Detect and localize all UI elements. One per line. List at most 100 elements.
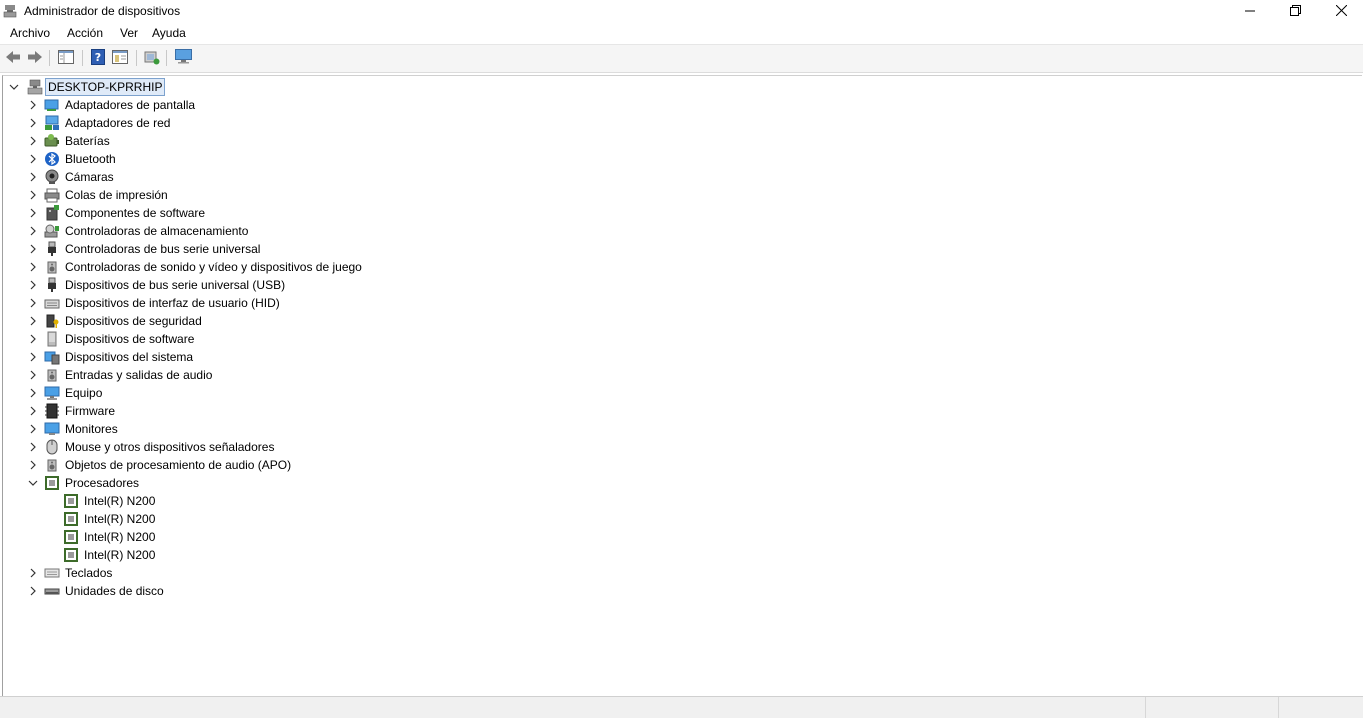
tree-category[interactable]: Dispositivos de software: [26, 330, 626, 348]
tree-category[interactable]: Mouse y otros dispositivos señaladores: [26, 438, 626, 456]
back-button[interactable]: [4, 49, 22, 67]
expand-chevron-icon[interactable]: [26, 132, 40, 150]
tree-category[interactable]: Adaptadores de pantalla: [26, 96, 626, 114]
tree-category-label[interactable]: Procesadores: [65, 474, 139, 492]
tree-category[interactable]: Entradas y salidas de audio: [26, 366, 626, 384]
window-title: Administrador de dispositivos: [24, 4, 181, 18]
scan-hardware-button[interactable]: [143, 49, 161, 67]
expand-chevron-icon[interactable]: [26, 240, 40, 258]
tree-category[interactable]: Monitores: [26, 420, 626, 438]
tree-category[interactable]: Dispositivos de interfaz de usuario (HID…: [26, 294, 626, 312]
tree-category-label[interactable]: Equipo: [65, 384, 102, 402]
tree-device[interactable]: Intel(R) N200: [63, 492, 363, 510]
expand-chevron-icon[interactable]: [26, 114, 40, 132]
tree-category[interactable]: Dispositivos de seguridad: [26, 312, 626, 330]
collapse-chevron-icon[interactable]: [26, 474, 40, 492]
tree-category-label[interactable]: Controladoras de sonido y vídeo y dispos…: [65, 258, 362, 276]
tree-category-label[interactable]: Controladoras de almacenamiento: [65, 222, 248, 240]
tree-category[interactable]: Baterías: [26, 132, 626, 150]
menu-accion[interactable]: Acción: [67, 26, 103, 40]
tree-category-label[interactable]: Bluetooth: [65, 150, 116, 168]
expand-chevron-icon[interactable]: [26, 582, 40, 600]
tree-category[interactable]: Controladoras de sonido y vídeo y dispos…: [26, 258, 626, 276]
expand-chevron-icon[interactable]: [26, 348, 40, 366]
monitor-button[interactable]: [174, 49, 192, 67]
expand-chevron-icon[interactable]: [26, 96, 40, 114]
minimize-button[interactable]: [1227, 0, 1273, 23]
tree-category[interactable]: Dispositivos de bus serie universal (USB…: [26, 276, 626, 294]
expand-chevron-icon[interactable]: [26, 276, 40, 294]
tree-category-label[interactable]: Dispositivos de software: [65, 330, 194, 348]
menu-ayuda[interactable]: Ayuda: [152, 26, 186, 40]
tree-device-label[interactable]: Intel(R) N200: [84, 492, 155, 510]
tree-category-label[interactable]: Mouse y otros dispositivos señaladores: [65, 438, 274, 456]
tree-category-label[interactable]: Firmware: [65, 402, 115, 420]
tree-category-label[interactable]: Controladoras de bus serie universal: [65, 240, 260, 258]
tree-category-label[interactable]: Entradas y salidas de audio: [65, 366, 212, 384]
tree-category[interactable]: Firmware: [26, 402, 626, 420]
tree-category[interactable]: Equipo: [26, 384, 626, 402]
expand-chevron-icon[interactable]: [26, 438, 40, 456]
tree-category[interactable]: Teclados: [26, 564, 626, 582]
tree-category[interactable]: Objetos de procesamiento de audio (APO): [26, 456, 626, 474]
expand-chevron-icon[interactable]: [26, 366, 40, 384]
close-button[interactable]: [1318, 0, 1363, 23]
expand-chevron-icon[interactable]: [26, 564, 40, 582]
expand-chevron-icon[interactable]: [26, 150, 40, 168]
tree-category-label[interactable]: Componentes de software: [65, 204, 205, 222]
expand-chevron-icon[interactable]: [26, 204, 40, 222]
help-button[interactable]: ?: [89, 48, 107, 67]
tree-category-label[interactable]: Monitores: [65, 420, 118, 438]
tree-category[interactable]: Procesadores: [26, 474, 626, 492]
tree-category-label[interactable]: Adaptadores de red: [65, 114, 170, 132]
tree-category-label[interactable]: Cámaras: [65, 168, 114, 186]
tree-category[interactable]: Controladoras de almacenamiento: [26, 222, 626, 240]
expand-chevron-icon[interactable]: [26, 258, 40, 276]
tree-root-label[interactable]: DESKTOP-KPRRHIP: [45, 78, 166, 96]
tree-category[interactable]: Adaptadores de red: [26, 114, 626, 132]
tree-root[interactable]: DESKTOP-KPRRHIP: [7, 78, 307, 96]
expand-chevron-icon[interactable]: [26, 186, 40, 204]
tree-category-label[interactable]: Dispositivos de interfaz de usuario (HID…: [65, 294, 280, 312]
tree-category[interactable]: Dispositivos del sistema: [26, 348, 626, 366]
collapse-chevron-icon[interactable]: [7, 78, 21, 96]
tree-category-label[interactable]: Dispositivos de seguridad: [65, 312, 202, 330]
tree-category-label[interactable]: Dispositivos del sistema: [65, 348, 193, 366]
expand-chevron-icon[interactable]: [26, 294, 40, 312]
expand-chevron-icon[interactable]: [26, 168, 40, 186]
forward-button[interactable]: [26, 49, 44, 67]
tree-device[interactable]: Intel(R) N200: [63, 510, 363, 528]
tree-category[interactable]: Colas de impresión: [26, 186, 626, 204]
expand-chevron-icon[interactable]: [26, 330, 40, 348]
tree-category-label[interactable]: Baterías: [65, 132, 110, 150]
expand-chevron-icon[interactable]: [26, 384, 40, 402]
expand-chevron-icon[interactable]: [26, 456, 40, 474]
tree-category[interactable]: Controladoras de bus serie universal: [26, 240, 626, 258]
console-tree-button[interactable]: [57, 49, 75, 67]
security-key-icon: [44, 313, 60, 329]
tree-category[interactable]: Cámaras: [26, 168, 626, 186]
tree-category[interactable]: Unidades de disco: [26, 582, 626, 600]
tree-category-label[interactable]: Teclados: [65, 564, 112, 582]
properties-button[interactable]: [111, 49, 129, 67]
tree-category-label[interactable]: Adaptadores de pantalla: [65, 96, 195, 114]
expand-chevron-icon[interactable]: [26, 222, 40, 240]
menu-archivo[interactable]: Archivo: [10, 26, 50, 40]
tree-category[interactable]: Componentes de software: [26, 204, 626, 222]
display-adapter-icon: [44, 97, 60, 113]
menu-ver[interactable]: Ver: [120, 26, 138, 40]
tree-category-label[interactable]: Objetos de procesamiento de audio (APO): [65, 456, 291, 474]
expand-chevron-icon[interactable]: [26, 312, 40, 330]
tree-category-label[interactable]: Unidades de disco: [65, 582, 164, 600]
tree-device[interactable]: Intel(R) N200: [63, 528, 363, 546]
tree-category[interactable]: Bluetooth: [26, 150, 626, 168]
tree-category-label[interactable]: Dispositivos de bus serie universal (USB…: [65, 276, 285, 294]
tree-device-label[interactable]: Intel(R) N200: [84, 510, 155, 528]
tree-category-label[interactable]: Colas de impresión: [65, 186, 168, 204]
tree-device-label[interactable]: Intel(R) N200: [84, 528, 155, 546]
tree-device-label[interactable]: Intel(R) N200: [84, 546, 155, 564]
tree-device[interactable]: Intel(R) N200: [63, 546, 363, 564]
expand-chevron-icon[interactable]: [26, 402, 40, 420]
restore-button[interactable]: [1272, 0, 1318, 23]
expand-chevron-icon[interactable]: [26, 420, 40, 438]
